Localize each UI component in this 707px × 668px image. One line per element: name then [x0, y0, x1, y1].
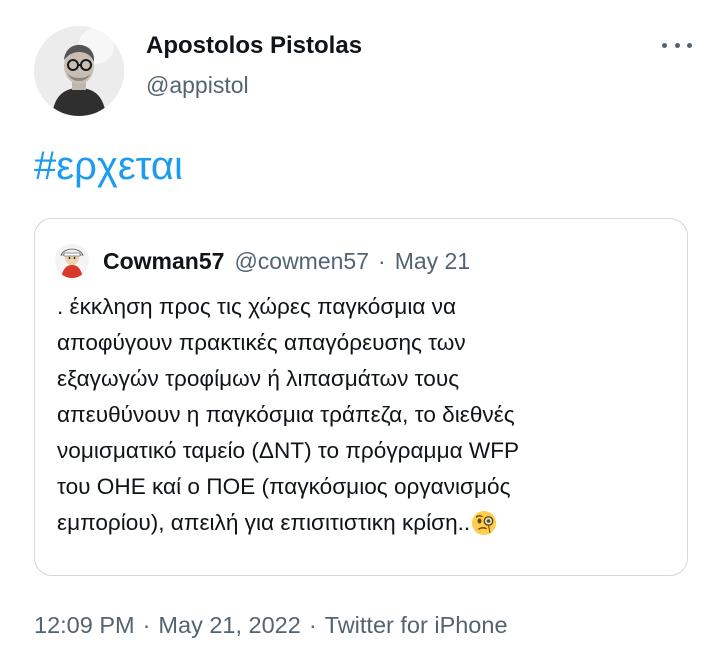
meta-separator: · [308, 612, 317, 638]
hashtag-link[interactable]: #ερχεται [34, 144, 183, 189]
quoted-text-line: αποφύγουν πρακτικές απαγόρευσης των [57, 330, 466, 355]
quoted-text-line: εξαγωγών τροφίμων ή λιπασμάτων τους [57, 366, 460, 391]
author-avatar-image [34, 26, 124, 116]
quoted-text-line: νομισματικό ταμείο (ΔΝΤ) το πρόγραμμα WF… [57, 438, 520, 463]
quoted-author-display-name[interactable]: Cowman57 [103, 248, 224, 275]
tweet-date[interactable]: May 21, 2022 [158, 612, 300, 638]
quoted-text-line: εμπορίου), απειλή για επισιτιστικη κρίση… [57, 510, 471, 535]
tweet-header: Apostolos Pistolas @appistol [34, 26, 694, 116]
meta-separator: · [142, 612, 151, 638]
author-avatar[interactable] [34, 26, 124, 116]
quoted-author-avatar-image [55, 244, 89, 278]
quoted-text-line: του ΟΗΕ καί ο ΠΟΕ (παγκόσμιος οργανισμός [57, 474, 511, 499]
author-handle[interactable]: @appistol [146, 72, 249, 99]
more-options-button[interactable] [660, 34, 694, 56]
more-horizontal-icon [662, 42, 667, 48]
tweet-metadata: 12:09 PM · May 21, 2022 · Twitter for iPhone [34, 612, 508, 639]
face-with-monocle-icon [471, 510, 497, 547]
quoted-author-handle[interactable]: @cowmen57 [234, 248, 369, 275]
quoted-author-avatar[interactable] [55, 244, 89, 278]
more-horizontal-icon-dot [674, 42, 680, 48]
more-horizontal-icon-dot [687, 42, 692, 48]
quoted-tweet-text: . έκκληση προς τις χώρες παγκόσμια να απ… [57, 289, 677, 547]
quoted-text-line-last: εμπορίου), απειλή για επισιτιστικη κρίση… [57, 505, 677, 547]
quoted-tweet-date[interactable]: May 21 [395, 248, 470, 275]
author-display-name[interactable]: Apostolos Pistolas [146, 32, 362, 60]
quoted-tweet-header: Cowman57 @cowmen57 · May 21 [55, 243, 470, 279]
tweet-source[interactable]: Twitter for iPhone [325, 612, 508, 638]
quoted-separator: · [378, 247, 386, 274]
quoted-text-line: απευθύνουν η παγκόσμια τράπεζα, το διεθν… [57, 402, 515, 427]
quoted-tweet-card[interactable]: Cowman57 @cowmen57 · May 21 . έκκληση πρ… [34, 218, 688, 576]
tweet-time[interactable]: 12:09 PM [34, 612, 135, 638]
quoted-text-line: . έκκληση προς τις χώρες παγκόσμια να [57, 294, 457, 319]
